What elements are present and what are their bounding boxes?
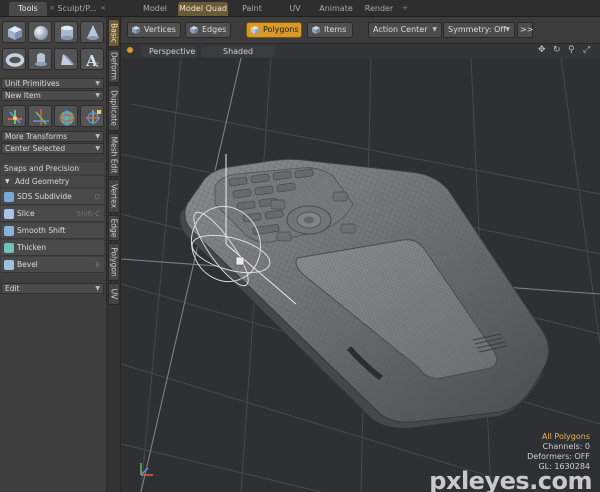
- rotate-view-icon[interactable]: ↻: [553, 45, 561, 55]
- vtab-deform[interactable]: Deform: [108, 49, 120, 83]
- vtab-polygon[interactable]: Polygon: [108, 243, 120, 281]
- view-mode-label[interactable]: Perspective: [141, 46, 197, 57]
- transform-icon[interactable]: [80, 105, 104, 127]
- chevron-down-icon: ▼: [95, 145, 100, 152]
- tab-model[interactable]: Model: [138, 2, 172, 16]
- action-center-dropdown[interactable]: Action Center ▼: [368, 22, 442, 38]
- shading-mode-label[interactable]: Shaded: [201, 46, 275, 57]
- chevron-down-icon: ▼: [95, 92, 100, 99]
- top-tab-bar: Tools × Sculpt/P... × Model Model Quad P…: [0, 0, 600, 17]
- items-button[interactable]: Items: [307, 22, 353, 38]
- chevron-down-icon: ▼: [95, 80, 100, 87]
- smooth-shift-button[interactable]: Smooth Shift: [1, 223, 104, 239]
- phone-model: [179, 158, 549, 429]
- add-tab-icon[interactable]: +: [400, 3, 410, 14]
- tab-paint[interactable]: Paint: [236, 2, 268, 16]
- watermark: pxleyes.com: [429, 467, 592, 492]
- new-item-dropdown[interactable]: New Item ▼: [1, 90, 104, 101]
- cylinder-icon[interactable]: [54, 21, 78, 43]
- viewport-info-overlay: All Polygons Channels: 0 Deformers: OFF …: [527, 432, 590, 472]
- selection-mode-text: All Polygons: [541, 432, 590, 441]
- rotate-icon[interactable]: [28, 105, 52, 127]
- slice-icon: [4, 209, 14, 219]
- svg-text:c: c: [95, 60, 99, 69]
- vtab-duplicate[interactable]: Duplicate: [108, 85, 120, 131]
- viewport-scene[interactable]: [121, 44, 600, 492]
- move-view-icon[interactable]: ✥: [538, 45, 546, 55]
- scale-icon[interactable]: [54, 105, 78, 127]
- component-toolbar: Vertices Edges Polygons Items Action Cen…: [121, 17, 600, 44]
- center-selected-dropdown[interactable]: Center Selected ▼: [1, 143, 104, 154]
- viewport-header: Perspective Shaded ✥ ↻ ⚲ ⤢: [121, 44, 600, 58]
- primitive-row-1: [0, 19, 107, 45]
- 3d-viewport[interactable]: Perspective Shaded ✥ ↻ ⚲ ⤢ All Polygons …: [121, 44, 600, 492]
- cone-icon[interactable]: [80, 21, 104, 43]
- move-icon[interactable]: [2, 105, 26, 127]
- zoom-view-icon[interactable]: ⚲: [568, 45, 575, 55]
- snaps-precision-header[interactable]: Snaps and Precision: [1, 163, 104, 174]
- vtab-mesh-edit[interactable]: Mesh Edit: [108, 133, 120, 177]
- tool-palette: Ac Unit Primitives ▼ New Item ▼ More Trans…: [0, 17, 107, 492]
- symmetry-dropdown[interactable]: Symmetry: Off ▼: [443, 22, 515, 38]
- gizmo-handle[interactable]: [235, 256, 245, 266]
- chevron-down-icon: ▼: [505, 26, 510, 33]
- slice-button[interactable]: Slice Shift-C: [1, 206, 104, 222]
- cube-icon[interactable]: [2, 21, 26, 43]
- vtab-vertex[interactable]: Vertex: [108, 179, 120, 213]
- tab-tools[interactable]: Tools: [9, 2, 47, 16]
- bevel-icon: [4, 260, 14, 270]
- items-icon: [312, 26, 320, 34]
- tab-sculpt[interactable]: Sculpt/P...: [56, 2, 98, 16]
- tab-animate[interactable]: Animate: [316, 2, 356, 16]
- vtab-basic[interactable]: Basic: [108, 19, 120, 47]
- tab-uv[interactable]: UV: [282, 2, 308, 16]
- primitive-row-2: Ac: [0, 46, 107, 72]
- tab-model-quad[interactable]: Model Quad: [178, 2, 228, 16]
- chevron-down-icon: ▼: [432, 26, 437, 33]
- torus-icon[interactable]: [2, 48, 26, 70]
- unit-primitives-dropdown[interactable]: Unit Primitives ▼: [1, 78, 104, 89]
- capsule-icon[interactable]: [28, 48, 52, 70]
- vtab-edge[interactable]: Edge: [108, 215, 120, 241]
- more-options-button[interactable]: >>: [517, 22, 533, 38]
- collapse-triangle-icon: ▼: [5, 178, 10, 185]
- bevel-button[interactable]: Bevel B: [1, 257, 104, 273]
- edges-button[interactable]: Edges: [185, 22, 231, 38]
- polygons-icon: [251, 26, 259, 34]
- close-tab-icon[interactable]: ×: [98, 3, 108, 14]
- polygons-button[interactable]: Polygons: [246, 22, 302, 38]
- sphere-icon[interactable]: [28, 21, 52, 43]
- edges-icon: [190, 26, 198, 34]
- channels-text: Channels: 0: [542, 442, 590, 451]
- wedge-icon[interactable]: [54, 48, 78, 70]
- vtab-uv[interactable]: UV: [108, 283, 120, 305]
- vertices-icon: [132, 26, 140, 34]
- viewport-menu-dot[interactable]: [127, 47, 133, 53]
- deformers-text: Deformers: OFF: [527, 452, 590, 461]
- edit-dropdown[interactable]: Edit ▼: [1, 283, 104, 294]
- thicken-button[interactable]: Thicken: [1, 240, 104, 256]
- transform-row: [0, 103, 107, 129]
- text-icon[interactable]: Ac: [80, 48, 104, 70]
- sds-subdivide-button[interactable]: SDS Subdivide D: [1, 189, 104, 205]
- vertices-button[interactable]: Vertices: [127, 22, 181, 38]
- chevron-down-icon: ▼: [95, 285, 100, 292]
- vertical-tab-strip: Basic Deform Duplicate Mesh Edit Vertex …: [107, 17, 121, 492]
- more-transforms-dropdown[interactable]: More Transforms ▼: [1, 131, 104, 142]
- smooth-shift-icon: [4, 226, 14, 236]
- tab-render[interactable]: Render: [362, 2, 396, 16]
- sds-subdivide-icon: [4, 192, 14, 202]
- chevron-down-icon: ▼: [95, 133, 100, 140]
- maximize-view-icon[interactable]: ⤢: [583, 45, 590, 55]
- add-geometry-header[interactable]: ▼ Add Geometry: [1, 176, 104, 187]
- thicken-icon: [4, 243, 14, 253]
